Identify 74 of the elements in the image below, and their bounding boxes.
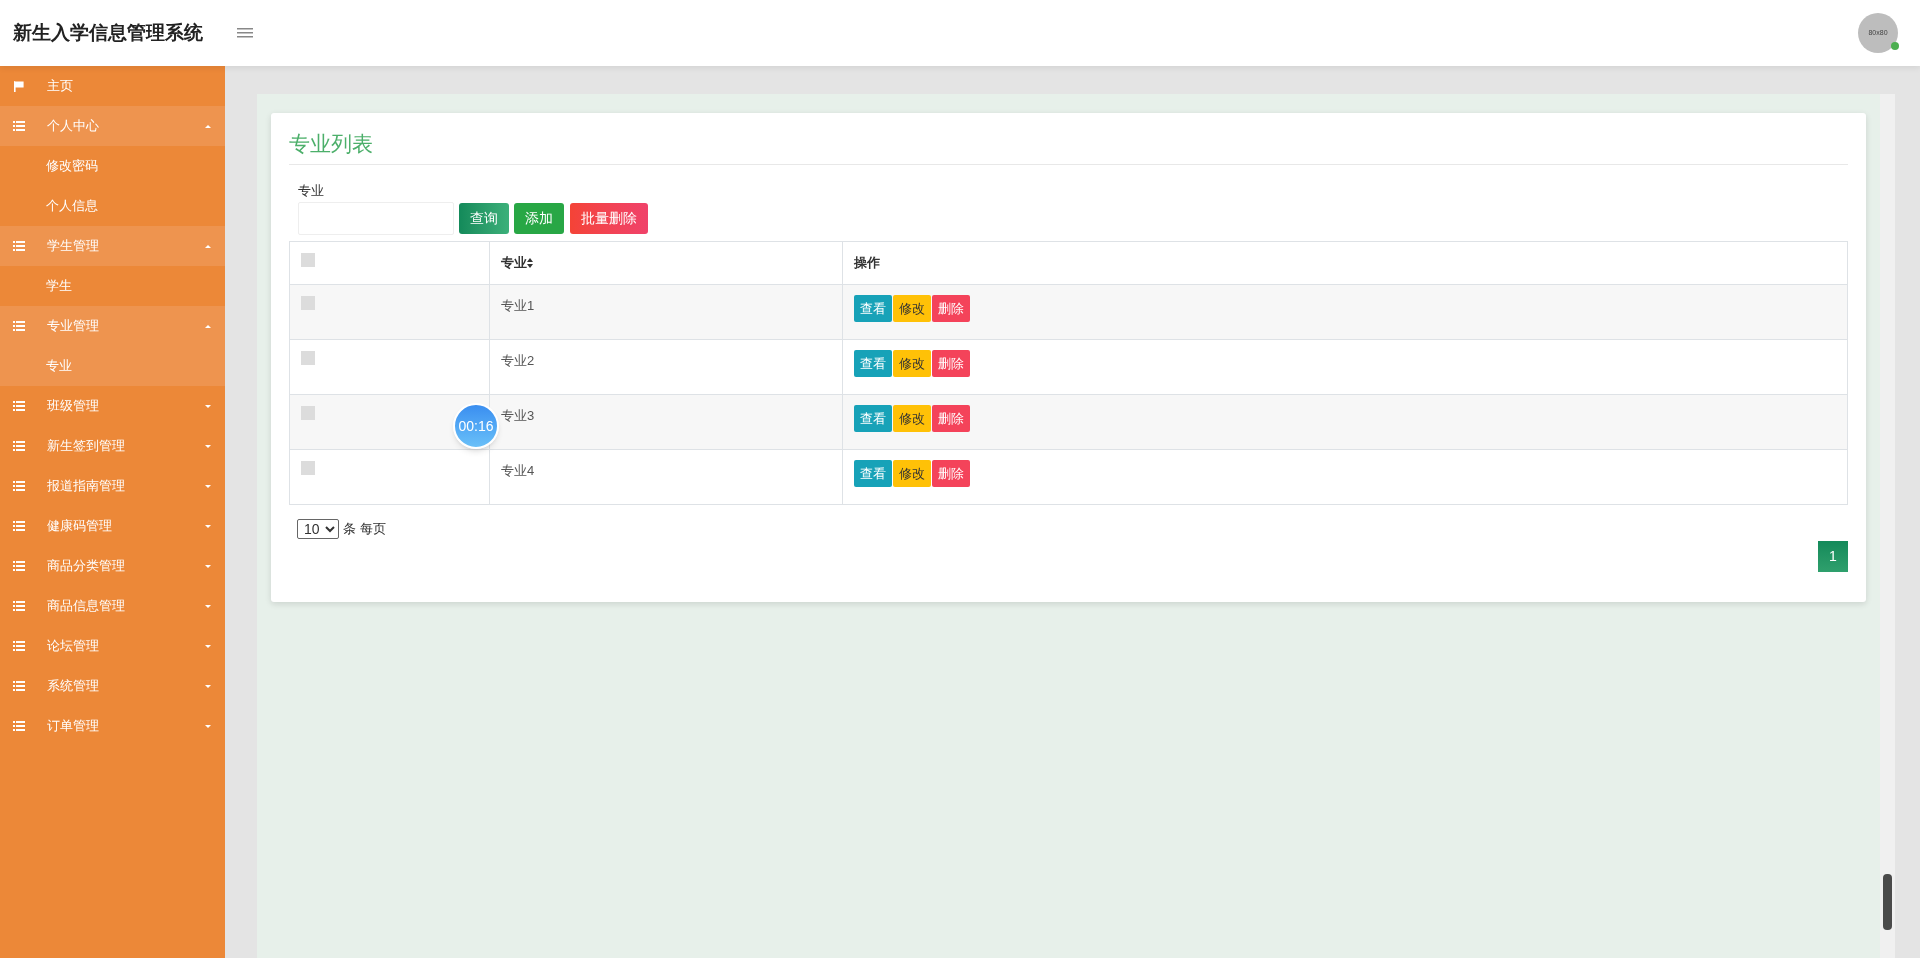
add-button[interactable]: 添加 <box>514 203 564 234</box>
edit-button[interactable]: 修改 <box>893 350 931 377</box>
menu-item[interactable]: 订单管理 <box>0 706 225 746</box>
menu-item[interactable]: 系统管理 <box>0 666 225 706</box>
column-header: 操作 <box>854 254 880 273</box>
delete-button[interactable]: 删除 <box>932 295 970 322</box>
table-cell: 专业4 <box>501 463 535 478</box>
list-icon <box>13 681 25 691</box>
list-icon <box>13 561 25 571</box>
menu-item[interactable]: 新生签到管理 <box>0 426 225 466</box>
row-checkbox[interactable] <box>301 351 315 365</box>
submenu-item[interactable]: 专业 <box>0 346 225 386</box>
menu-item[interactable]: 班级管理 <box>0 386 225 426</box>
app-title: 新生入学信息管理系统 <box>12 20 204 45</box>
edit-button[interactable]: 修改 <box>893 295 931 322</box>
delete-button[interactable]: 删除 <box>932 460 970 487</box>
caret-down-icon <box>205 724 211 728</box>
delete-button[interactable]: 删除 <box>932 350 970 377</box>
delete-button[interactable]: 删除 <box>932 405 970 432</box>
menu-item[interactable]: 报道指南管理 <box>0 466 225 506</box>
menu-item[interactable]: 学生管理 <box>0 226 225 266</box>
menu-item[interactable]: 主页 <box>0 66 225 106</box>
page-size-select[interactable]: 10 <box>297 519 339 539</box>
view-button[interactable]: 查看 <box>854 460 892 487</box>
page-size-label: 条 每页 <box>343 520 386 539</box>
batch-delete-button[interactable]: 批量删除 <box>570 203 648 234</box>
select-all-checkbox[interactable] <box>301 253 315 267</box>
edit-button[interactable]: 修改 <box>893 460 931 487</box>
view-button[interactable]: 查看 <box>854 295 892 322</box>
menu-item[interactable]: 论坛管理 <box>0 626 225 666</box>
caret-down-icon <box>205 564 211 568</box>
menu-item[interactable]: 商品信息管理 <box>0 586 225 626</box>
row-checkbox[interactable] <box>301 296 315 310</box>
flag-icon <box>13 80 24 92</box>
menu-item[interactable]: 健康码管理 <box>0 506 225 546</box>
list-icon <box>13 601 25 611</box>
page-button[interactable]: 1 <box>1818 541 1848 572</box>
caret-up-icon <box>205 244 211 248</box>
caret-up-icon <box>205 124 211 128</box>
scrollbar-thumb[interactable] <box>1883 874 1892 930</box>
caret-down-icon <box>205 644 211 648</box>
view-button[interactable]: 查看 <box>854 350 892 377</box>
scrollbar[interactable] <box>1880 94 1895 958</box>
edit-button[interactable]: 修改 <box>893 405 931 432</box>
column-header[interactable]: 专业 <box>501 253 533 273</box>
caret-down-icon <box>205 444 211 448</box>
caret-down-icon <box>205 484 211 488</box>
query-button[interactable]: 查询 <box>459 203 509 234</box>
menu-item[interactable]: 专业管理 <box>0 306 225 346</box>
caret-down-icon <box>205 404 211 408</box>
menu-item[interactable]: 商品分类管理 <box>0 546 225 586</box>
caret-up-icon <box>205 324 211 328</box>
card-title: 专业列表 <box>289 131 374 157</box>
table-cell: 专业2 <box>501 353 535 368</box>
row-checkbox[interactable] <box>301 461 315 475</box>
list-icon <box>13 481 25 491</box>
menu-item[interactable]: 个人中心 <box>0 106 225 146</box>
list-icon <box>13 641 25 651</box>
caret-down-icon <box>205 684 211 688</box>
list-icon <box>13 441 25 451</box>
list-icon <box>13 721 25 731</box>
view-button[interactable]: 查看 <box>854 405 892 432</box>
sort-icon <box>527 258 533 268</box>
table-cell: 专业1 <box>501 298 535 313</box>
caret-down-icon <box>205 524 211 528</box>
table-cell: 专业3 <box>501 408 535 423</box>
list-icon <box>13 241 25 251</box>
row-checkbox[interactable] <box>301 406 315 420</box>
list-icon <box>13 401 25 411</box>
list-icon <box>13 521 25 531</box>
list-icon <box>13 321 25 331</box>
list-icon <box>13 121 25 131</box>
caret-down-icon <box>205 604 211 608</box>
field-label: 专业 <box>298 181 324 200</box>
